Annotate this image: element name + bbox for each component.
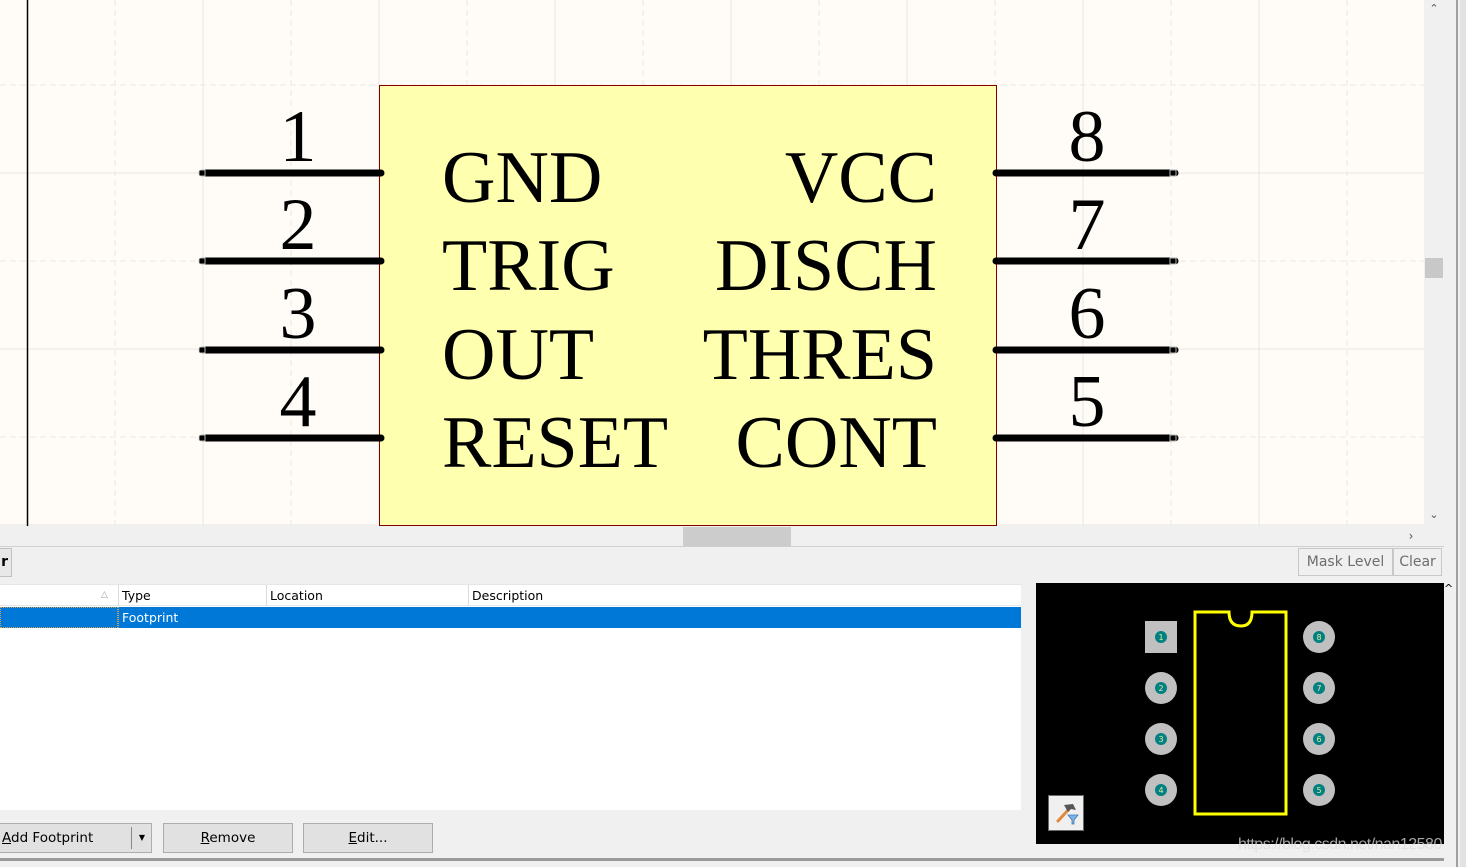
pin-number: 1 — [280, 96, 317, 178]
column-header-location[interactable]: Location — [266, 585, 468, 606]
cell-description — [468, 607, 471, 628]
table-header: △ Type Location Description — [0, 584, 1021, 606]
pin-number: 8 — [1069, 96, 1106, 178]
pin-name: CONT — [736, 402, 937, 484]
dropdown-arrow-icon[interactable]: ▼ — [135, 824, 149, 852]
pin-name: TRIG — [442, 225, 615, 307]
collapse-preview-icon[interactable]: ^ — [1444, 582, 1458, 596]
vertical-scrollbar[interactable]: ⌃ ⌄ — [1424, 0, 1444, 526]
horizontal-scroll-thumb[interactable] — [683, 527, 791, 546]
pin-name: VCC — [785, 137, 937, 219]
scroll-down-icon[interactable]: ⌄ — [1424, 506, 1444, 524]
pad-label: 3 — [1158, 735, 1163, 744]
accel-key: A — [2, 830, 11, 846]
footprint-svg: 1 2 3 4 8 7 6 5 — [1145, 610, 1335, 816]
vertical-scroll-thumb[interactable] — [1425, 258, 1443, 278]
button-label: emove — [209, 830, 256, 846]
horizontal-scrollbar[interactable]: › — [0, 526, 1424, 546]
button-label: dd Footprint — [11, 830, 94, 846]
cell-location — [266, 607, 269, 628]
clear-button[interactable]: Clear — [1393, 548, 1442, 576]
schematic-svg: 1 GND 2 TRIG 3 OUT 4 RESET 8 VCC 7 DISCH 6 THRES 5 CONT — [0, 0, 1424, 526]
pin-name: OUT — [442, 314, 594, 396]
scroll-right-icon[interactable]: › — [1403, 526, 1419, 546]
pad-label: 1 — [1158, 633, 1163, 642]
pin-number: 2 — [280, 184, 317, 266]
scroll-up-icon[interactable]: ⌃ — [1424, 0, 1444, 18]
hammer-filter-icon — [1056, 804, 1079, 825]
divider — [0, 546, 1444, 547]
pin-number: 3 — [280, 273, 317, 355]
mask-level-button[interactable]: Mask Level — [1298, 548, 1393, 576]
edit-button[interactable]: Edit... — [303, 823, 433, 853]
watermark: https://blog.csdn.net/nan12580 — [1238, 836, 1442, 853]
pin-name: DISCH — [715, 225, 937, 307]
pin-name: RESET — [442, 402, 668, 484]
pin-number: 6 — [1069, 273, 1106, 355]
pin-number: 7 — [1069, 184, 1106, 266]
remove-button[interactable]: Remove — [163, 823, 293, 853]
models-table[interactable]: △ Type Location Description Footprint — [0, 584, 1021, 810]
pad-label: 5 — [1316, 786, 1321, 795]
silkscreen-outline — [1193, 610, 1288, 816]
button-label: dit... — [357, 830, 388, 846]
sort-ascending-icon: △ — [101, 590, 108, 600]
table-row[interactable]: Footprint — [0, 607, 1021, 628]
pin-number: 4 — [280, 361, 317, 443]
pad-label: 8 — [1316, 633, 1321, 642]
pad-label: 7 — [1316, 684, 1321, 693]
schematic-canvas[interactable]: 1 GND 2 TRIG 3 OUT 4 RESET 8 VCC 7 DISCH 6 THRES 5 CONT — [0, 0, 1424, 526]
accel-key: E — [348, 830, 358, 846]
pad-label: 6 — [1316, 735, 1321, 744]
clipped-button[interactable]: r — [0, 548, 12, 577]
column-header-name[interactable]: △ — [0, 585, 118, 606]
pin-number: 5 — [1069, 361, 1106, 443]
pad-label: 2 — [1158, 684, 1163, 693]
column-header-description[interactable]: Description — [468, 585, 1021, 606]
panel-splitter[interactable] — [1444, 0, 1466, 867]
cell-name — [0, 607, 118, 628]
footprint-preview[interactable]: 1 2 3 4 8 7 6 5 — [1036, 583, 1444, 844]
pin-name: THRES — [703, 314, 937, 396]
cell-type: Footprint — [118, 607, 266, 628]
pad-label: 4 — [1158, 786, 1163, 795]
add-footprint-button[interactable]: Add Footprint ▼ — [0, 823, 152, 853]
tool-button[interactable] — [1048, 795, 1084, 831]
column-header-type[interactable]: Type — [118, 585, 266, 606]
pin-name: GND — [442, 137, 602, 219]
